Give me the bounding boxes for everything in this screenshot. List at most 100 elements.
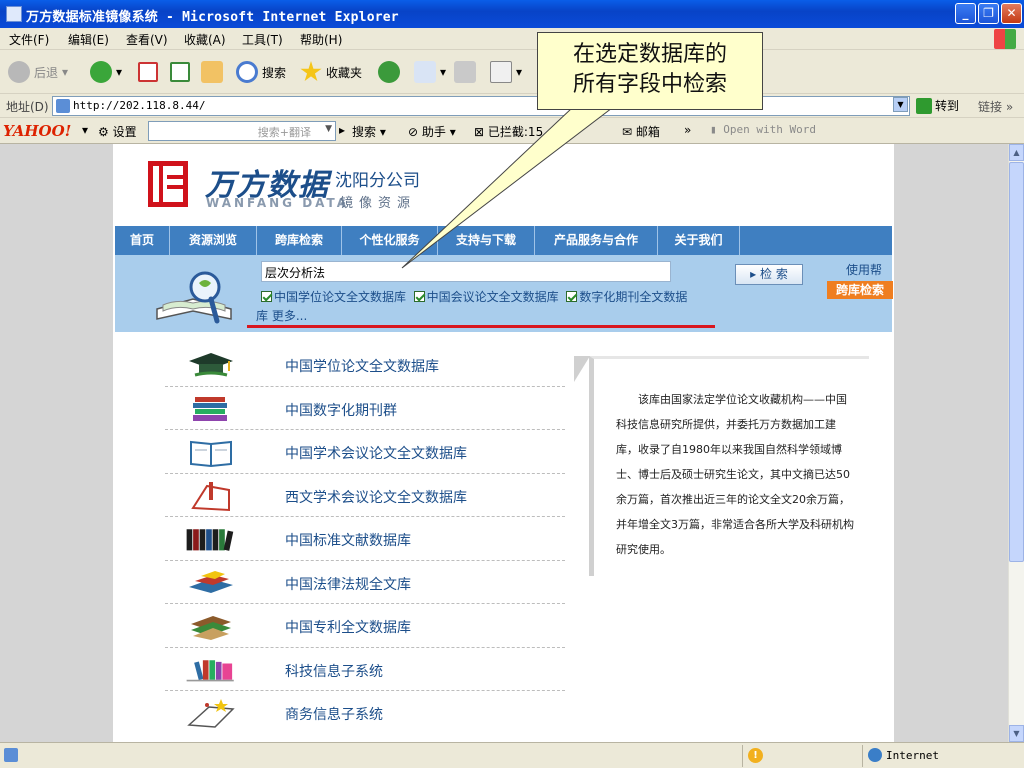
law-books-icon <box>189 570 233 593</box>
maximize-button[interactable]: ❐ <box>978 3 999 24</box>
scroll-up-arrow-icon[interactable]: ▲ <box>1009 144 1024 161</box>
vertical-scrollbar[interactable]: ▲ ▼ <box>1008 144 1024 742</box>
favorites-label: 收藏夹 <box>326 65 363 80</box>
nav-browse[interactable]: 资源浏览 <box>170 226 257 255</box>
back-arrow-icon <box>8 61 30 83</box>
status-bar: ! Internet <box>0 742 1024 768</box>
checkbox-degree-db[interactable]: 中国学位论文全文数据库 <box>261 290 406 304</box>
menu-edit[interactable]: 编辑(E) <box>68 31 109 48</box>
book-stack-icon <box>193 396 227 421</box>
yahoo-settings-label: 设置 <box>112 125 137 139</box>
yahoo-search-go-icon[interactable]: ▸ <box>339 123 345 137</box>
menu-help[interactable]: 帮助(H) <box>300 31 342 48</box>
address-url: http://202.118.8.44/ <box>73 99 206 112</box>
checkbox-checked-icon[interactable] <box>413 291 425 302</box>
home-button[interactable] <box>201 58 223 86</box>
back-dropdown-icon[interactable]: ▾ <box>62 65 68 79</box>
mail-button[interactable]: ▾ <box>414 58 446 86</box>
nav-about-us[interactable]: 关于我们 <box>658 226 740 255</box>
edit-dropdown-icon[interactable]: ▾ <box>516 65 522 79</box>
checkbox-journal-db[interactable]: 数字化期刊全文数据 <box>566 290 687 304</box>
yahoo-assistant-button[interactable]: ⊘ 助手 ▾ <box>408 123 456 140</box>
address-input[interactable]: http://202.118.8.44/ <box>52 96 910 116</box>
open-with-word-button[interactable]: ▮ Open with Word <box>710 123 816 136</box>
back-button[interactable]: 后退 ▾ <box>8 58 68 86</box>
checkbox-conference-db[interactable]: 中国会议论文全文数据库 <box>413 290 559 304</box>
menu-view[interactable]: 查看(V) <box>126 31 168 48</box>
yahoo-search-input[interactable]: 搜索+翻译 ▼ <box>148 121 336 141</box>
security-zone[interactable]: Internet <box>868 748 939 762</box>
yahoo-settings-button[interactable]: ⚙ 设置 <box>98 123 137 140</box>
stop-button[interactable] <box>138 58 158 86</box>
more-databases-link[interactable]: 更多... <box>272 309 307 323</box>
cross-search-button[interactable]: 跨库检索 <box>827 281 893 299</box>
checkbox-checked-icon[interactable] <box>566 291 578 302</box>
nav-cross-search[interactable]: 跨库检索 <box>257 226 342 255</box>
patent-books-icon <box>191 616 231 640</box>
address-label: 地址(D) <box>6 100 49 114</box>
web-page: 万方数据 WANFANG DATA 沈阳分公司 镜像资源 首页 资源浏览 跨库检… <box>113 144 894 742</box>
scroll-down-arrow-icon[interactable]: ▼ <box>1009 725 1024 742</box>
nav-personalized[interactable]: 个性化服务 <box>342 226 438 255</box>
list-item[interactable]: 商务信息子系统 <box>165 691 565 735</box>
scrollbar-thumb[interactable] <box>1009 162 1024 562</box>
list-item[interactable]: 中国学术会议论文全文数据库 <box>165 430 565 474</box>
database-link[interactable]: 中国学位论文全文数据库 <box>285 356 439 376</box>
refresh-button[interactable] <box>170 58 190 86</box>
database-link[interactable]: 西文学术会议论文全文数据库 <box>285 487 467 507</box>
yahoo-more-button[interactable]: » <box>684 123 691 137</box>
edit-button[interactable]: ▾ <box>490 58 522 86</box>
wanfang-logo-mark <box>148 161 188 207</box>
list-item[interactable]: 中国标准文献数据库 <box>165 517 565 561</box>
edit-icon <box>490 61 512 83</box>
media-button[interactable] <box>378 58 400 86</box>
yahoo-menu-dropdown-icon[interactable]: ▾ <box>82 123 88 137</box>
nav-support-download[interactable]: 支持与下载 <box>438 226 535 255</box>
nav-home[interactable]: 首页 <box>115 226 170 255</box>
database-link[interactable]: 中国学术会议论文全文数据库 <box>285 443 467 463</box>
go-button[interactable]: 转到 <box>916 97 959 114</box>
search-query-input[interactable]: 层次分析法 <box>261 261 671 282</box>
popup-blocker-button[interactable]: ⊠ 已拦截:15 <box>474 123 543 140</box>
mail-dropdown-icon[interactable]: ▾ <box>440 65 446 79</box>
list-item[interactable]: 中国法律法规全文库 <box>165 561 565 604</box>
yahoo-assistant-label: 助手 <box>421 125 446 139</box>
list-item[interactable]: 科技信息子系统 <box>165 648 565 691</box>
popup-blocker-label: 已拦截:15 <box>487 125 544 139</box>
yahoo-logo[interactable]: YAHOO! <box>3 122 71 140</box>
database-link[interactable]: 中国标准文献数据库 <box>285 530 411 550</box>
yahoo-search-button[interactable]: 搜索 ▾ <box>352 123 386 140</box>
close-button[interactable]: ✕ <box>1001 3 1022 24</box>
forward-dropdown-icon[interactable]: ▾ <box>116 65 122 79</box>
favorites-button[interactable]: 收藏夹 <box>300 58 362 86</box>
warning-icon[interactable]: ! <box>748 748 763 763</box>
address-dropdown-icon[interactable]: ▼ <box>893 97 908 112</box>
links-button[interactable]: 链接 » <box>978 98 1013 115</box>
menu-tools[interactable]: 工具(T) <box>242 31 283 48</box>
search-icon <box>236 61 258 83</box>
database-link[interactable]: 中国法律法规全文库 <box>285 574 411 594</box>
print-button[interactable] <box>454 58 476 86</box>
yahoo-mail-button[interactable]: ✉ 邮箱 <box>622 123 660 140</box>
list-item[interactable]: 西文学术会议论文全文数据库 <box>165 474 565 517</box>
list-item[interactable]: 中国专利全文数据库 <box>165 604 565 648</box>
yahoo-search-dropdown-icon[interactable]: ▼ <box>325 124 332 134</box>
minimize-button[interactable]: _ <box>955 3 976 24</box>
database-link[interactable]: 商务信息子系统 <box>285 704 383 724</box>
nav-products-cooperation[interactable]: 产品服务与合作 <box>535 226 658 255</box>
list-item[interactable]: 中国数字化期刊群 <box>165 387 565 430</box>
menu-favorites[interactable]: 收藏(A) <box>184 31 226 48</box>
search-submit-button[interactable]: ▸ 检 索 <box>735 264 803 285</box>
assistant-icon: ⊘ <box>408 125 419 139</box>
list-item[interactable]: 中国学位论文全文数据库 <box>165 343 565 387</box>
page-status-icon <box>4 748 18 762</box>
database-link[interactable]: 科技信息子系统 <box>285 661 383 681</box>
ie-app-icon[interactable] <box>6 6 22 22</box>
search-button[interactable]: 搜索 <box>236 58 286 86</box>
yahoo-toolbar: YAHOO! ▾ ⚙ 设置 搜索+翻译 ▼ ▸ 搜索 ▾ ⊘ 助手 ▾ ⊠ 已拦… <box>0 118 1024 144</box>
checkbox-checked-icon[interactable] <box>261 291 272 302</box>
database-link[interactable]: 中国专利全文数据库 <box>285 617 411 637</box>
database-link[interactable]: 中国数字化期刊群 <box>285 400 397 420</box>
menu-file[interactable]: 文件(F) <box>9 31 49 48</box>
forward-button[interactable]: ▾ <box>90 58 122 86</box>
